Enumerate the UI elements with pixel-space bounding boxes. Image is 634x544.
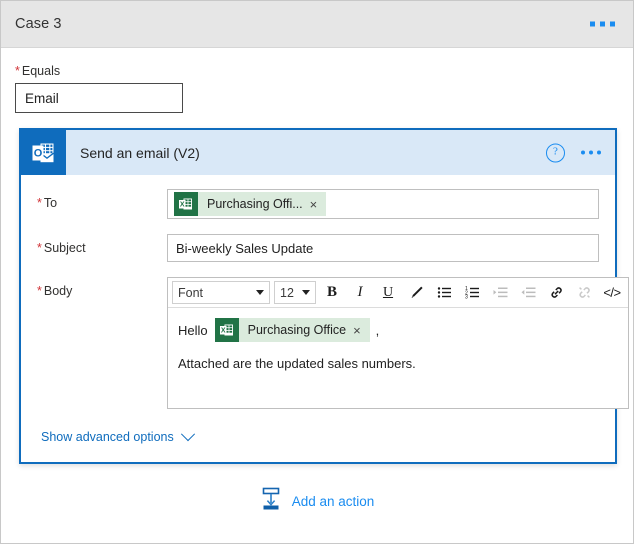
font-family-value: Font	[178, 285, 204, 300]
font-family-dropdown[interactable]: Font	[172, 281, 270, 304]
show-advanced-options-label: Show advanced options	[41, 430, 174, 444]
to-token[interactable]: X Purchasing Offi... ×	[174, 192, 327, 216]
decrease-indent-icon[interactable]	[514, 279, 542, 306]
code-view-icon[interactable]: </>	[598, 279, 626, 306]
editor-toolbar: Font 12 B I U 1 2 3 </>	[168, 278, 628, 308]
ellipsis-dot	[600, 21, 605, 27]
action-card-header-actions: ?	[546, 143, 603, 162]
action-card-header: O Send an email (V2) ?	[21, 130, 615, 175]
send-email-action-card: O Send an email (V2) ? * To X Purchasing…	[19, 128, 629, 464]
body-label: * Body	[37, 277, 167, 298]
subject-label-text: Subject	[43, 241, 86, 255]
equals-label-text: Equals	[21, 64, 61, 78]
to-input[interactable]: X Purchasing Offi... ×	[167, 189, 599, 219]
case-title: Case 3	[15, 16, 62, 32]
required-asterisk: *	[37, 284, 42, 298]
equals-condition-block: * Equals Email	[1, 48, 633, 113]
body-field: Font 12 B I U 1 2 3 </> Hello X Purchasi…	[167, 277, 629, 409]
to-label-text: To	[43, 196, 58, 210]
case-menu-ellipsis-icon[interactable]	[586, 18, 619, 31]
required-asterisk: *	[37, 241, 42, 255]
rich-text-editor: Font 12 B I U 1 2 3 </> Hello X Purchasi…	[167, 277, 629, 409]
svg-text:X: X	[180, 201, 185, 208]
ellipsis-dot	[610, 21, 615, 27]
body-comma: ,	[375, 322, 380, 338]
to-token-label: Purchasing Offi...	[207, 197, 303, 211]
required-asterisk: *	[37, 196, 42, 210]
unlink-icon[interactable]	[570, 279, 598, 306]
to-token-remove-icon[interactable]: ×	[310, 198, 327, 211]
equals-label: * Equals	[15, 64, 633, 78]
help-icon[interactable]: ?	[546, 143, 565, 162]
editor-content[interactable]: Hello X Purchasing Office × , Attached a…	[168, 308, 628, 408]
ellipsis-dot	[581, 150, 585, 155]
case-header: Case 3	[1, 1, 633, 48]
pen-icon[interactable]	[402, 279, 430, 306]
show-advanced-options-link[interactable]: Show advanced options	[21, 424, 195, 462]
chevron-down-icon	[256, 290, 264, 295]
body-field-row: * Body Font 12 B I U 1 2 3 </> Hello X P…	[21, 277, 629, 409]
to-field-row: * To X Purchasing Offi... ×	[21, 189, 615, 219]
bulleted-list-icon[interactable]	[430, 279, 458, 306]
body-greeting-text: Hello	[178, 322, 208, 338]
subject-label: * Subject	[37, 234, 167, 255]
font-size-dropdown[interactable]: 12	[274, 281, 316, 304]
subject-input-value: Bi-weekly Sales Update	[176, 240, 314, 256]
body-token[interactable]: X Purchasing Office ×	[214, 318, 370, 342]
excel-icon: X	[214, 318, 239, 342]
subject-field: Bi-weekly Sales Update	[167, 234, 599, 262]
ellipsis-dot	[597, 150, 601, 155]
body-token-remove-icon[interactable]: ×	[353, 324, 370, 337]
insert-action-icon	[260, 487, 282, 516]
add-an-action-button[interactable]: Add an action	[1, 487, 633, 516]
outlook-icon: O	[21, 130, 66, 175]
bold-button[interactable]: B	[318, 279, 346, 306]
to-label: * To	[37, 189, 167, 210]
excel-icon: X	[174, 192, 198, 216]
italic-button[interactable]: I	[346, 279, 374, 306]
numbered-list-icon[interactable]: 1 2 3	[458, 279, 486, 306]
body-token-label: Purchasing Office	[247, 323, 347, 337]
underline-button[interactable]: U	[374, 279, 402, 306]
increase-indent-icon[interactable]	[486, 279, 514, 306]
link-icon[interactable]	[542, 279, 570, 306]
equals-input-value: Email	[25, 90, 59, 106]
body-paragraph: Attached are the updated sales numbers.	[178, 356, 416, 371]
svg-text:X: X	[221, 327, 226, 334]
body-line-greeting: Hello X Purchasing Office × ,	[178, 318, 618, 342]
action-card-title: Send an email (V2)	[80, 144, 200, 161]
svg-text:O: O	[33, 147, 42, 159]
subject-input[interactable]: Bi-weekly Sales Update	[167, 234, 599, 262]
flow-designer-screen: Case 3 * Equals Email O Send an email (V…	[0, 0, 634, 544]
action-card-body: * To X Purchasing Offi... × * Subject Bi…	[21, 175, 629, 462]
add-an-action-label: Add an action	[291, 494, 375, 509]
chevron-down-icon	[302, 290, 310, 295]
action-card-menu-ellipsis-icon[interactable]	[579, 147, 603, 159]
to-field: X Purchasing Offi... ×	[167, 189, 599, 219]
ellipsis-dot	[589, 150, 593, 155]
chevron-down-icon	[180, 427, 195, 442]
ellipsis-dot	[590, 21, 595, 27]
equals-input[interactable]: Email	[15, 83, 183, 113]
font-size-value: 12	[280, 285, 294, 300]
required-asterisk: *	[15, 64, 20, 78]
body-label-text: Body	[43, 284, 73, 298]
svg-text:3: 3	[465, 295, 468, 301]
subject-field-row: * Subject Bi-weekly Sales Update	[21, 234, 615, 262]
